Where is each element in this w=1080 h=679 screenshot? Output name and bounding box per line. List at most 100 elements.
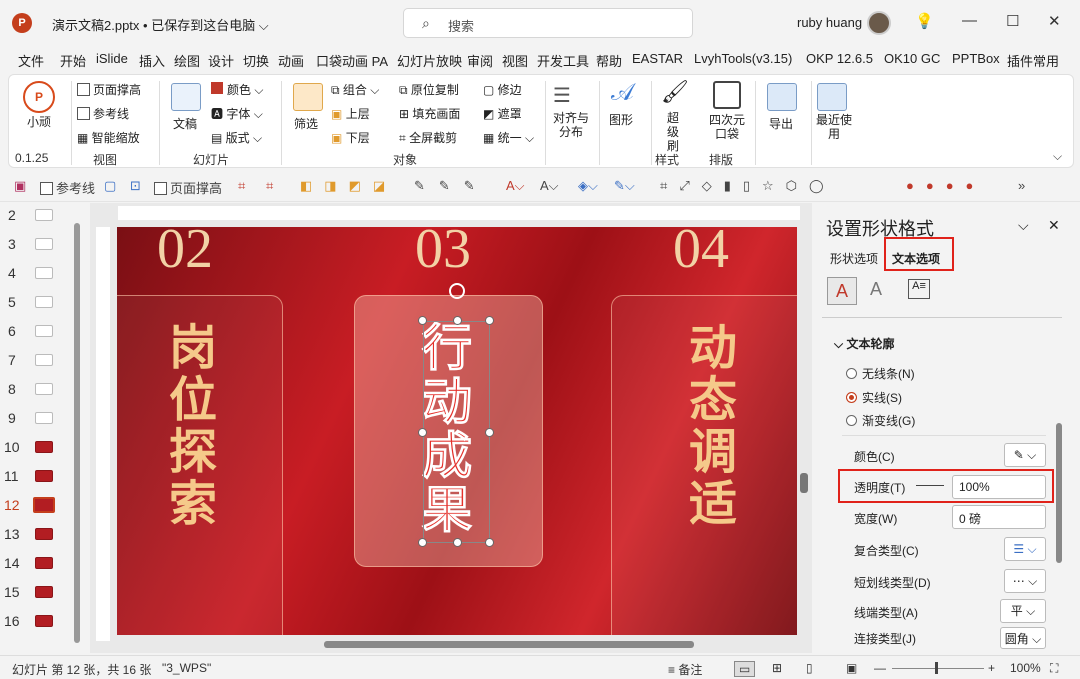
slide-canvas[interactable]: 02 03 04 岗位探索 行动成果 动态调适 [117,227,797,635]
thumb-2[interactable] [35,209,53,221]
fit-slide-icon[interactable]: ⛶ [1050,661,1058,676]
textbox-icon[interactable]: A≡ [908,279,930,299]
tab-developer[interactable]: 开发工具 [537,51,589,70]
thumb-3[interactable] [35,238,53,250]
maximize-button[interactable]: ☐ [1006,12,1019,30]
smart-zoom-button[interactable]: ▦ 智能缩放 [77,129,140,146]
user-name[interactable]: ruby huang [797,15,862,30]
resize-handle[interactable] [418,538,427,547]
canvas-scrollbar[interactable] [800,473,808,493]
resize-handle[interactable] [485,316,494,325]
lightbulb-icon[interactable]: 💡 [915,12,934,30]
radio-no-line[interactable]: 无线条(N) [846,365,915,382]
resize-handle[interactable] [418,428,427,437]
join-dropdown[interactable]: 圆角 ⌵ [1000,627,1046,649]
pane-options-icon[interactable]: ⌵ [1018,217,1029,234]
pane-close-icon[interactable]: ✕ [1048,217,1060,234]
slideshow-icon[interactable]: ▣ [846,661,857,675]
zoom-in-icon[interactable]: + [988,661,995,675]
tab-animations[interactable]: 动画 [278,51,304,70]
tab-ok10[interactable]: OK10 GC [884,51,940,66]
layout-button[interactable]: ▤ 版式 ⌵ [211,129,262,146]
more-icon[interactable]: » [1018,178,1025,193]
shape-button[interactable]: 图形 [609,111,633,128]
document-button[interactable]: 文稿 [173,115,197,132]
thumb-7[interactable] [35,354,53,366]
xiaowan-button[interactable]: 小顽 [27,113,51,130]
grid2-icon[interactable]: ⌗ [266,178,273,194]
bring-forward-button[interactable]: ▣ 上层 [331,105,370,122]
resize-handle[interactable] [453,538,462,547]
page-stretch-checkbox[interactable]: 页面撑高 [154,178,222,197]
text-fill-outline-icon[interactable]: A [827,277,857,305]
thumb-10[interactable] [35,441,53,453]
copy-in-place-button[interactable]: ⧉ 原位复制 [399,81,459,98]
send-backward-button[interactable]: ▣ 下层 [331,129,370,146]
thumb-14[interactable] [35,557,53,569]
trim-button[interactable]: ▢ 修边 [483,81,522,98]
text-job-exploration[interactable]: 岗位探索 [163,323,223,531]
tab-help[interactable]: 帮助 [596,51,622,70]
zoom-level[interactable]: 100% [1010,661,1041,675]
circle-icons[interactable]: ●●●● [906,178,985,193]
tab-file[interactable]: 文件 [18,51,44,70]
eyedropper-icons[interactable]: ✎✎✎ [414,178,489,194]
save-icon[interactable]: ▣ [14,178,26,194]
unify-button[interactable]: ▦ 统一 ⌵ [483,129,534,146]
tab-plugins[interactable]: 插件常用 [1007,51,1059,70]
cap-dropdown[interactable]: 平 ⌵ [1000,599,1046,623]
pocket-button[interactable]: 四次元口袋 [707,113,747,141]
guides-checkbox[interactable]: 参考线 [40,178,95,197]
collapse-ribbon-icon[interactable]: ⌵ [1053,149,1062,164]
close-button[interactable]: ✕ [1048,12,1061,30]
text-dynamic-adjust[interactable]: 动态调适 [683,323,743,531]
fill-icon[interactable]: ◈⌵ [578,178,598,194]
color-button[interactable]: 颜色 ⌵ [211,81,263,98]
thumb-6[interactable] [35,325,53,337]
zoom-slider[interactable] [892,668,984,669]
tab-draw[interactable]: 绘图 [174,51,200,70]
width-input[interactable]: 0 磅 [952,505,1046,529]
dash-dropdown[interactable]: ⋯ ⌵ [1004,569,1046,593]
section-text-outline[interactable]: ⌵ 文本轮廓 [834,335,894,352]
thumb-5[interactable] [35,296,53,308]
fullscreen-crop-button[interactable]: ⌗ 全屏截剪 [399,129,457,146]
thumbnail-scrollbar[interactable] [74,223,80,643]
arrange-icons[interactable]: ◧◨◩◪ [300,178,397,194]
square-icon[interactable]: ▢ [104,178,116,194]
font-color-icon[interactable]: A⌵ [506,178,525,194]
thumb-8[interactable] [35,383,53,395]
resize-handle[interactable] [485,538,494,547]
font-button[interactable]: 🅰 字体 ⌵ [211,105,263,122]
guides-toggle[interactable]: 参考线 [77,105,129,122]
horizontal-scrollbar[interactable] [324,641,694,648]
grid-icon[interactable]: ⌗ [238,178,245,194]
export-button[interactable]: 导出 [769,115,793,132]
document-title[interactable]: 演示文稿2.pptx • 已保存到这台电脑 ⌵ [52,15,269,34]
search-box[interactable]: ⌕ 搜索 [403,8,693,38]
tab-transitions[interactable]: 切换 [243,51,269,70]
tab-design[interactable]: 设计 [208,51,234,70]
text-effects-icon[interactable]: A [870,279,882,300]
thumb-16[interactable] [35,615,53,627]
zoom-out-icon[interactable]: — [874,661,886,675]
normal-view-icon[interactable]: ▭ [734,661,756,677]
group-button[interactable]: ⧉ 组合 ⌵ [331,81,379,98]
thumb-11[interactable] [35,470,53,482]
tab-review[interactable]: 审阅 [467,51,493,70]
crop-icons[interactable]: ⌗⤢◇▮▯☆⬡◯ [660,178,836,194]
filter-button[interactable]: 筛选 [294,115,318,132]
resize-handle[interactable] [485,428,494,437]
outline-icon[interactable]: ✎⌵ [614,178,635,194]
selection-box[interactable] [423,321,490,543]
tab-view[interactable]: 视图 [502,51,528,70]
thumb-4[interactable] [35,267,53,279]
radio-solid-line[interactable]: 实线(S) [846,389,902,406]
zoom-thumb[interactable] [935,662,938,674]
thumb-9[interactable] [35,412,53,424]
tab-pocket-animation[interactable]: 口袋动画 PA [316,51,388,70]
resize-handle[interactable] [453,316,462,325]
tab-shape-options[interactable]: 形状选项 [830,250,878,267]
tab-pptbox[interactable]: PPTBox [952,51,1000,66]
resize-handle[interactable] [418,316,427,325]
